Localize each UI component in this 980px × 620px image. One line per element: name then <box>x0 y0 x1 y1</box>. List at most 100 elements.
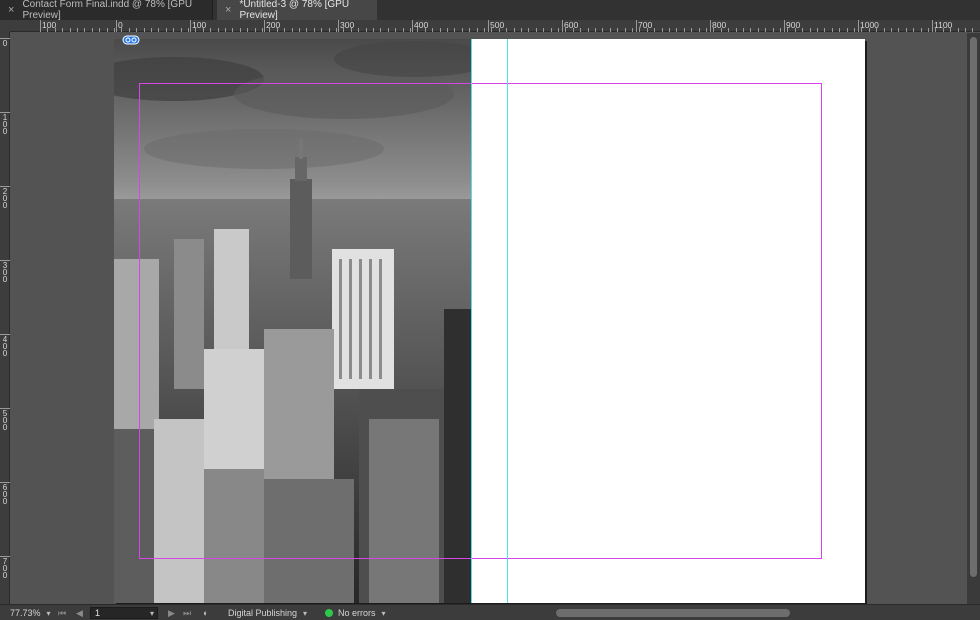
ruler-minor-tick <box>846 28 848 32</box>
ruler-minor-tick <box>580 28 582 32</box>
ruler-minor-tick <box>831 28 833 32</box>
ruler-minor-tick <box>491 28 493 32</box>
vertical-ruler[interactable]: 0 100 200 300 400 500 600 700 <box>0 32 10 604</box>
chevron-down-icon: ▾ <box>303 608 308 618</box>
ruler-minor-tick <box>188 28 189 32</box>
ruler-minor-tick <box>920 28 922 32</box>
vertical-scrollbar[interactable] <box>967 33 980 604</box>
ruler-minor-tick <box>876 28 878 32</box>
ruler-minor-tick <box>617 28 619 32</box>
ruler-label: 200 <box>2 187 8 210</box>
ruler-minor-tick <box>106 28 108 32</box>
ruler-minor-tick <box>528 28 530 32</box>
page-margin-guides <box>139 83 822 559</box>
ruler-minor-tick <box>269 28 271 32</box>
ruler-minor-tick <box>609 28 611 32</box>
ruler-minor-tick <box>691 28 693 32</box>
ruler-minor-tick <box>521 28 522 32</box>
ruler-minor-tick <box>595 28 596 32</box>
ruler-origin[interactable] <box>0 20 10 32</box>
ruler-minor-tick <box>195 28 197 32</box>
ruler-minor-tick <box>839 28 841 32</box>
ruler-label: 600 <box>2 483 8 506</box>
ruler-minor-tick <box>935 28 937 32</box>
ruler-minor-tick <box>40 28 41 32</box>
ruler-minor-tick <box>54 28 56 32</box>
zoom-select[interactable]: 77.73% ▾ <box>10 605 51 620</box>
ruler-minor-tick <box>706 28 707 32</box>
close-icon[interactable]: × <box>8 4 14 16</box>
ruler-minor-tick <box>225 28 226 32</box>
ruler-minor-tick <box>402 28 404 32</box>
ruler-minor-tick <box>602 28 604 32</box>
column-guide-right[interactable] <box>507 39 508 603</box>
close-icon[interactable]: × <box>225 4 231 16</box>
ruler-minor-tick <box>780 28 781 32</box>
ruler-minor-tick <box>905 28 907 32</box>
horizontal-ruler[interactable]: 100 0 100 200 300 400 500 600 700 800 900 1000 1100 <box>10 20 980 32</box>
ruler-minor-tick <box>69 28 71 32</box>
last-page-icon[interactable]: ⏭ <box>183 605 191 620</box>
horizontal-scroll-thumb[interactable] <box>556 609 790 617</box>
zoom-value: 77.73% <box>10 608 41 618</box>
workspace-select[interactable]: Digital Publishing ▾ <box>228 605 307 620</box>
ruler-minor-tick <box>291 28 293 32</box>
ruler-minor-tick <box>306 28 308 32</box>
ruler-minor-tick <box>313 28 315 32</box>
ruler-minor-tick <box>535 28 537 32</box>
ruler-minor-tick <box>358 28 360 32</box>
page-number-field[interactable]: 1 <box>90 607 158 619</box>
ruler-minor-tick <box>373 28 374 32</box>
ruler-minor-tick <box>913 28 915 32</box>
column-guide-left[interactable] <box>471 39 472 603</box>
ruler-minor-tick <box>683 28 685 32</box>
tab-contact-form[interactable]: × Contact Form Final.indd @ 78% [GPU Pre… <box>0 0 213 21</box>
document-tab-bar: × Contact Form Final.indd @ 78% [GPU Pre… <box>0 0 980 21</box>
ruler-minor-tick <box>543 28 545 32</box>
chevron-down-icon: ▾ <box>381 608 386 618</box>
ruler-minor-tick <box>513 28 515 32</box>
ruler-minor-tick <box>735 28 737 32</box>
ruler-minor-tick <box>380 28 382 32</box>
vertical-scroll-thumb[interactable] <box>970 37 977 577</box>
ruler-label: 700 <box>2 557 8 580</box>
ruler-minor-tick <box>232 28 234 32</box>
preview-icon[interactable]: ◐ <box>203 605 208 620</box>
first-page-icon[interactable]: ⏮ <box>58 605 66 620</box>
ruler-minor-tick <box>62 28 64 32</box>
ruler-minor-tick <box>299 28 300 32</box>
ruler-minor-tick <box>47 28 49 32</box>
ruler-minor-tick <box>765 28 767 32</box>
chevron-down-icon[interactable]: ▾ <box>150 605 154 620</box>
indesign-window: × Contact Form Final.indd @ 78% [GPU Pre… <box>0 0 980 620</box>
tab-untitled-3[interactable]: × *Untitled-3 @ 78% [GPU Preview] <box>217 0 377 21</box>
prev-page-icon[interactable]: ◀ <box>76 605 83 620</box>
ruler-minor-tick <box>447 28 448 32</box>
ruler-minor-tick <box>158 28 160 32</box>
ruler-minor-tick <box>202 28 204 32</box>
ruler-minor-tick <box>861 28 863 32</box>
ruler-minor-tick <box>254 28 256 32</box>
workspace-label: Digital Publishing <box>228 608 298 618</box>
ruler-minor-tick <box>469 28 471 32</box>
ruler-minor-tick <box>262 28 263 32</box>
ruler-minor-tick <box>99 28 101 32</box>
ruler-minor-tick <box>942 28 944 32</box>
ruler-minor-tick <box>883 28 885 32</box>
link-icon[interactable] <box>122 32 140 45</box>
ruler-minor-tick <box>928 28 929 32</box>
ruler-minor-tick <box>210 28 212 32</box>
preflight-status[interactable]: No errors ▾ <box>325 605 386 620</box>
ruler-minor-tick <box>802 28 804 32</box>
ruler-minor-tick <box>817 28 818 32</box>
status-ok-icon <box>325 609 333 617</box>
next-page-icon[interactable]: ▶ <box>168 605 175 620</box>
ruler-minor-tick <box>395 28 397 32</box>
status-bar: 77.73% ▾ ⏮ ◀ 1 ▾ ▶ ⏭ ◐ Digital Publishin… <box>0 604 980 620</box>
ruler-label: 400 <box>2 335 8 358</box>
ruler-minor-tick <box>365 28 367 32</box>
ruler-minor-tick <box>757 28 759 32</box>
ruler-minor-tick <box>646 28 648 32</box>
ruler-minor-tick <box>276 28 278 32</box>
ruler-minor-tick <box>498 28 500 32</box>
